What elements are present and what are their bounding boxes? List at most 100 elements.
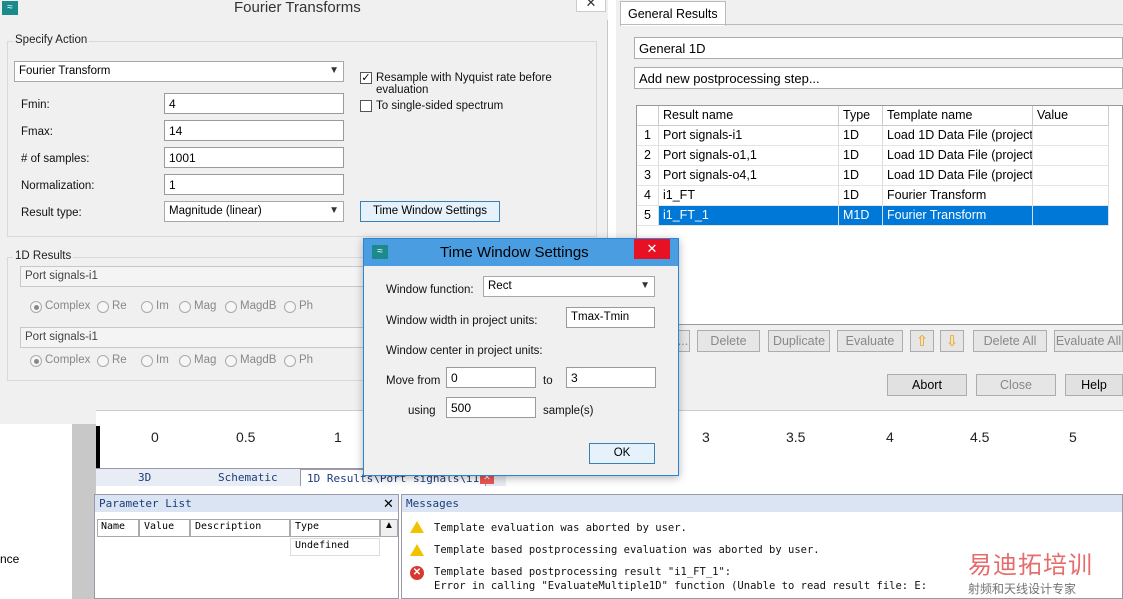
tws-title: Time Window Settings	[440, 244, 589, 261]
window-center-label: Window center in project units:	[386, 345, 543, 357]
radio-im[interactable]	[141, 355, 153, 367]
warning-icon	[410, 521, 424, 533]
arrow-down-icon: ⇩	[945, 333, 959, 350]
radio-magdb[interactable]	[225, 355, 237, 367]
time-window-settings-button[interactable]: Time Window Settings	[360, 201, 500, 222]
row-number: 2	[637, 146, 659, 166]
radio-re[interactable]	[97, 355, 109, 367]
duplicate-button[interactable]: Duplicate	[768, 330, 830, 352]
single-sided-checkbox[interactable]	[360, 100, 372, 112]
table-row[interactable]: 4 i1_FT 1D Fourier Transform	[637, 186, 1109, 206]
evaluate-button[interactable]: Evaluate	[837, 330, 903, 352]
col-header[interactable]: Value	[1033, 106, 1109, 126]
result-type-select[interactable]: Magnitude (linear) ▼	[164, 201, 344, 222]
radio-magdb[interactable]	[225, 301, 237, 313]
cell-value	[1033, 146, 1109, 166]
cell-name: Port signals-o1,1	[659, 146, 839, 166]
action-select[interactable]: Fourier Transform ▼	[14, 61, 344, 82]
cell-value	[1033, 186, 1109, 206]
col-header-name[interactable]: Name	[97, 519, 139, 537]
table-row[interactable]: 1 Port signals-i1 1D Load 1D Data File (…	[637, 126, 1109, 146]
param-type-cell[interactable]: Undefined	[290, 538, 380, 556]
app-icon: ≈	[2, 1, 18, 15]
cell-template: Load 1D Data File (project a	[883, 146, 1033, 166]
fmin-field[interactable]: 4	[164, 93, 344, 114]
x-tick-label: 3.5	[786, 429, 806, 445]
result-type-label: Result type:	[21, 207, 82, 219]
single-sided-label: To single-sided spectrum	[376, 100, 504, 112]
specify-action-label: Specify Action	[13, 34, 90, 46]
plot-frame-left	[96, 426, 100, 468]
app-icon: ≈	[372, 245, 388, 259]
col-header-description[interactable]: Description	[190, 519, 290, 537]
delete-button[interactable]: Delete	[697, 330, 760, 352]
close-icon: ✕	[646, 241, 658, 256]
row-number: 1	[637, 126, 659, 146]
result-select-2[interactable]: Port signals-i1	[20, 327, 365, 348]
radio-label: MagdB	[240, 300, 277, 312]
move-to-field[interactable]: 3	[566, 367, 656, 388]
resample-checkbox[interactable]: ✓	[360, 72, 372, 84]
window-width-field[interactable]: Tmax-Tmin	[566, 307, 655, 328]
col-header-value[interactable]: Value	[139, 519, 190, 537]
tab-general-results[interactable]: General Results	[620, 1, 726, 26]
x-tick-label: 1	[334, 429, 342, 445]
radio-complex[interactable]	[30, 355, 42, 367]
help-button[interactable]: Help	[1065, 374, 1123, 396]
results-table: Result name Type Template name Value 1 P…	[636, 105, 1123, 325]
abort-button[interactable]: Abort	[887, 374, 967, 396]
radio-label: Re	[112, 354, 127, 366]
col-header-type[interactable]: Type	[290, 519, 380, 537]
delete-all-button[interactable]: Delete All	[973, 330, 1047, 352]
cell-value	[1033, 166, 1109, 186]
radio-label: Ph	[299, 354, 314, 366]
scroll-up-icon[interactable]: ▲	[380, 519, 398, 537]
samples-field[interactable]: 1001	[164, 147, 344, 168]
close-button[interactable]: ✕	[576, 0, 606, 12]
close-button[interactable]: ✕	[634, 239, 670, 259]
parameter-list-panel: Parameter List ✕ Name Value Description …	[94, 494, 399, 599]
radio-mag[interactable]	[179, 301, 191, 313]
cell-name: i1_FT	[659, 186, 839, 206]
chevron-down-icon: ▼	[329, 65, 339, 76]
category-select[interactable]: General 1D	[634, 37, 1123, 59]
radio-im[interactable]	[141, 301, 153, 313]
close-results-button[interactable]: Close	[976, 374, 1056, 396]
fmax-field[interactable]: 14	[164, 120, 344, 141]
radio-ph[interactable]	[284, 301, 296, 313]
table-row[interactable]: 3 Port signals-o4,1 1D Load 1D Data File…	[637, 166, 1109, 186]
x-tick-label: 4.5	[970, 429, 990, 445]
radio-mag[interactable]	[179, 355, 191, 367]
table-row[interactable]: 2 Port signals-o1,1 1D Load 1D Data File…	[637, 146, 1109, 166]
window-function-select[interactable]: Rect ▼	[483, 276, 655, 297]
tab-schematic[interactable]: Schematic	[218, 471, 278, 484]
tab-3d[interactable]: 3D	[138, 471, 151, 484]
close-icon[interactable]: ✕	[383, 496, 394, 512]
samples-count-field[interactable]: 500	[446, 397, 536, 418]
cell-template: Fourier Transform	[883, 206, 1033, 226]
error-icon: ✕	[410, 566, 424, 580]
move-from-field[interactable]: 0	[446, 367, 536, 388]
add-step-select[interactable]: Add new postprocessing step...	[634, 67, 1123, 89]
col-header[interactable]: Template name	[883, 106, 1033, 126]
radio-re[interactable]	[97, 301, 109, 313]
radio-label: Mag	[194, 354, 217, 366]
move-down-button[interactable]: ⇩	[940, 330, 964, 352]
radio-label: Re	[112, 300, 127, 312]
x-tick-label: 3	[702, 429, 710, 445]
move-up-button[interactable]: ⇧	[910, 330, 934, 352]
col-header[interactable]: Type	[839, 106, 883, 126]
ok-button[interactable]: OK	[589, 443, 655, 464]
evaluate-all-button[interactable]: Evaluate All	[1054, 330, 1123, 352]
result-select-1[interactable]: Port signals-i1	[20, 266, 365, 287]
tab-divider	[620, 24, 1123, 25]
category-value: General 1D	[639, 41, 706, 56]
col-header[interactable]: Result name	[659, 106, 839, 126]
normalization-field[interactable]: 1	[164, 174, 344, 195]
x-tick-label: 4	[886, 429, 894, 445]
results-group-label: 1D Results	[13, 250, 74, 262]
radio-label: Im	[156, 300, 169, 312]
radio-complex[interactable]	[30, 301, 42, 313]
table-row-selected[interactable]: 5 i1_FT_1 M1D Fourier Transform	[637, 206, 1109, 226]
radio-ph[interactable]	[284, 355, 296, 367]
